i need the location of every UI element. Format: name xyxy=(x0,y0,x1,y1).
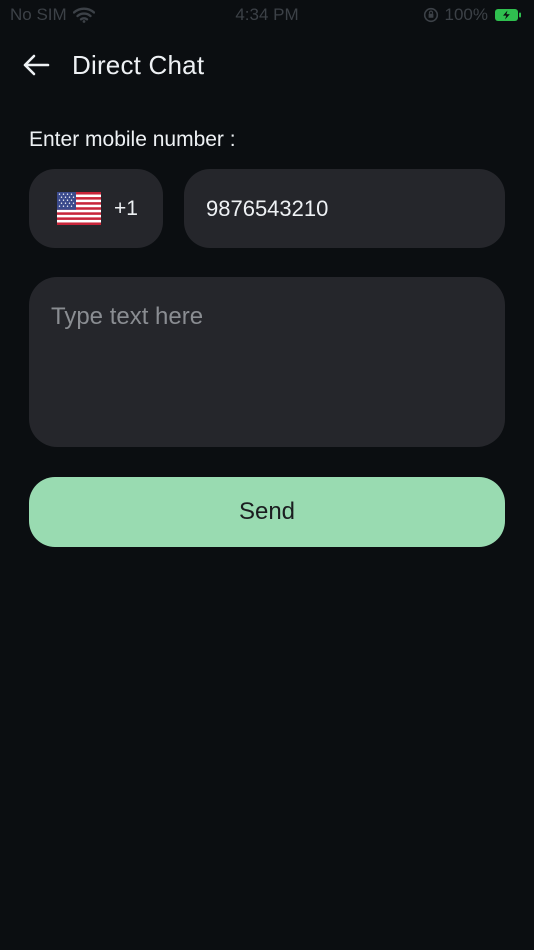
dial-code: +1 xyxy=(114,197,138,220)
send-button[interactable]: Send xyxy=(29,477,505,547)
us-flag-icon xyxy=(57,192,101,225)
back-button[interactable] xyxy=(16,48,56,82)
orientation-lock-icon xyxy=(423,7,439,23)
battery-percent: 100% xyxy=(444,5,488,24)
status-bar: No SIM 4:34 PM 100% xyxy=(0,0,534,30)
direct-chat-screen: No SIM 4:34 PM 100% Direct Chat Enter mo… xyxy=(0,0,534,950)
battery-icon xyxy=(494,8,522,22)
message-textarea[interactable] xyxy=(29,277,505,447)
phone-number-input[interactable] xyxy=(184,169,505,248)
page-title: Direct Chat xyxy=(72,50,205,80)
arrow-left-icon xyxy=(23,54,50,76)
status-right: 100% xyxy=(423,5,522,25)
app-header: Direct Chat xyxy=(0,40,534,90)
country-code-picker[interactable]: +1 xyxy=(29,169,163,248)
mobile-number-label: Enter mobile number : xyxy=(29,128,236,151)
